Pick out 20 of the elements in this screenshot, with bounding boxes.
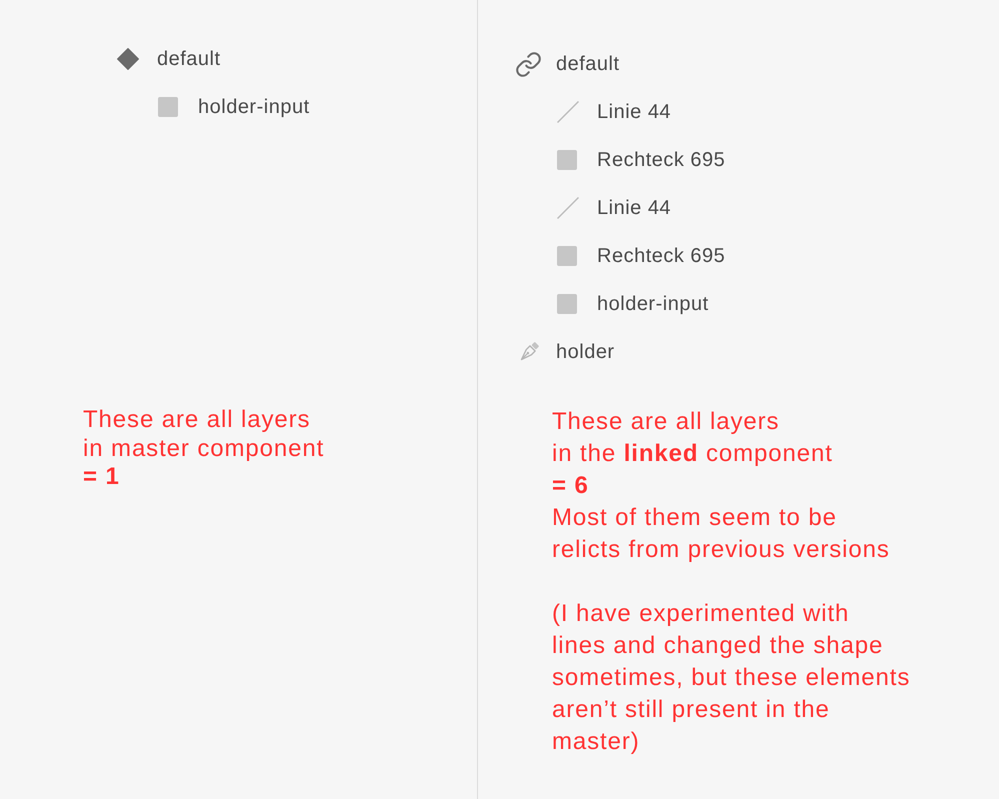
diamond-icon (117, 48, 139, 70)
square-icon (557, 246, 577, 266)
line-icon (557, 197, 579, 219)
link-icon (516, 52, 541, 76)
layer-item[interactable]: default (117, 35, 221, 83)
square-icon (158, 97, 178, 117)
layer-item[interactable]: Rechteck 695 (557, 232, 726, 280)
layer-item[interactable]: Linie 44 (557, 88, 672, 136)
layer-item[interactable]: holder (516, 328, 615, 376)
layer-item[interactable]: default (516, 40, 620, 88)
line-icon (557, 101, 579, 123)
layer-item[interactable]: holder-input (557, 280, 709, 328)
layer-item[interactable]: Linie 44 (557, 184, 672, 232)
square-icon (557, 150, 577, 170)
layer-item[interactable]: holder-input (158, 83, 310, 131)
annotation-text: (I have experimented with lines and changed the shape sometimes, but these elements aren’t still present in the master) (552, 599, 910, 757)
annotation-text: These are all layers in master component = 1 (83, 406, 324, 492)
annotation-text: These are all layers in the linked component = 6 Most of them seem to be relicts from previous versions (552, 407, 890, 565)
layer-item[interactable]: Rechteck 695 (557, 136, 726, 184)
square-icon (557, 294, 577, 314)
